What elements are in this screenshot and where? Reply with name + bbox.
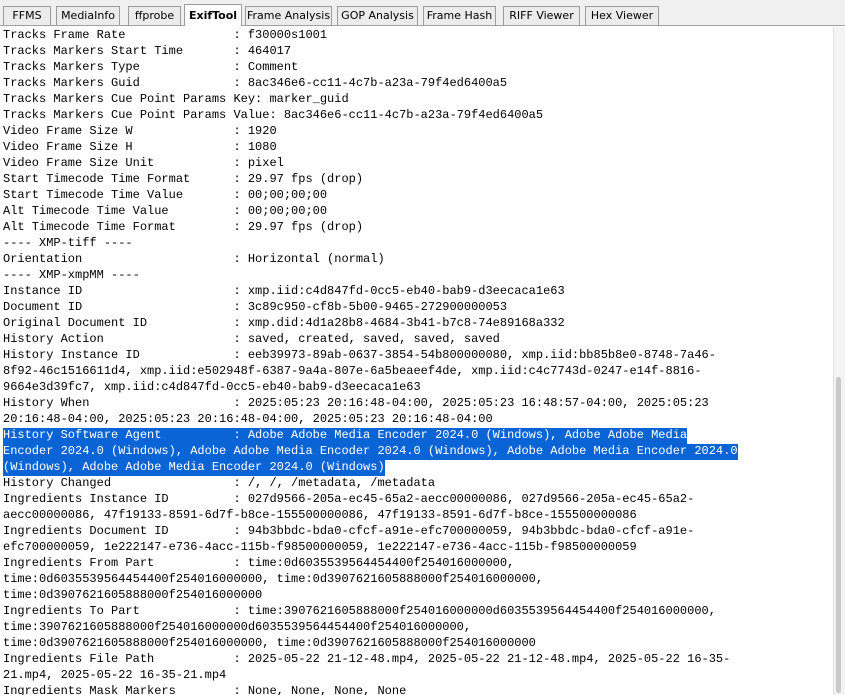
output-line[interactable]: Ingredients Document ID : 94b3bbdc-bda0-…: [3, 524, 694, 540]
vertical-scrollbar[interactable]: [833, 27, 845, 695]
selected-output-line[interactable]: (Windows), Adobe Adobe Media Encoder 202…: [3, 460, 385, 476]
output-line[interactable]: ---- XMP-xmpMM ----: [3, 268, 140, 284]
output-line[interactable]: Ingredients To Part : time:3907621605888…: [3, 604, 716, 620]
output-line[interactable]: efc700000059, 1e222147-e736-4acc-115b-f9…: [3, 540, 637, 556]
output-line[interactable]: History Action : saved, created, saved, …: [3, 332, 500, 348]
output-line[interactable]: Alt Timecode Time Format : 29.97 fps (dr…: [3, 220, 363, 236]
tool-tab-bar: FFMS MediaInfo ffprobe ExifTool Frame Analys…: [0, 0, 845, 26]
scrollbar-thumb[interactable]: [836, 377, 841, 693]
output-line[interactable]: 9664e3d39fc7, xmp.iid:c4d847fd-0cc5-eb40…: [3, 380, 421, 396]
tab-mediainfo[interactable]: MediaInfo: [56, 6, 120, 25]
tab-frame-hash[interactable]: Frame Hash: [423, 6, 496, 25]
output-line[interactable]: Tracks Markers Type : Comment: [3, 60, 298, 76]
output-line[interactable]: 21.mp4, 2025-05-22 16-35-21.mp4: [3, 668, 226, 684]
output-line[interactable]: History Instance ID : eeb39973-89ab-0637…: [3, 348, 716, 364]
output-line[interactable]: time:0d6035539564454400f254016000000, ti…: [3, 572, 543, 588]
output-line[interactable]: Tracks Markers Guid : 8ac346e6-cc11-4c7b…: [3, 76, 507, 92]
output-line[interactable]: Document ID : 3c89c950-cf8b-5b00-9465-27…: [3, 300, 507, 316]
tab-frame-analysis[interactable]: Frame Analysis: [245, 6, 332, 25]
output-line[interactable]: Alt Timecode Time Value : 00;00;00;00: [3, 204, 327, 220]
output-line[interactable]: Tracks Markers Cue Point Params Key: mar…: [3, 92, 349, 108]
tab-ffms[interactable]: FFMS: [3, 6, 51, 25]
tab-exiftool[interactable]: ExifTool: [184, 4, 242, 26]
selected-output-line[interactable]: History Software Agent : Adobe Adobe Med…: [3, 428, 688, 444]
output-line[interactable]: Tracks Markers Start Time : 464017: [3, 44, 291, 60]
output-line[interactable]: History Changed : /, /, /metadata, /meta…: [3, 476, 435, 492]
output-line[interactable]: time:0d3907621605888000f254016000000: [3, 588, 262, 604]
output-line[interactable]: aecc00000086, 47f19133-8591-6d7f-b8ce-15…: [3, 508, 637, 524]
output-line[interactable]: Ingredients From Part : time:0d603553956…: [3, 556, 514, 572]
output-line[interactable]: Ingredients Instance ID : 027d9566-205a-…: [3, 492, 694, 508]
output-line[interactable]: Video Frame Size Unit : pixel: [3, 156, 284, 172]
output-line[interactable]: Ingredients Mask Markers : None, None, N…: [3, 684, 406, 695]
output-line[interactable]: ---- XMP-tiff ----: [3, 236, 133, 252]
output-line[interactable]: Original Document ID : xmp.did:4d1a28b8-…: [3, 316, 565, 332]
tab-ffprobe[interactable]: ffprobe: [128, 6, 181, 25]
output-line[interactable]: Ingredients File Path : 2025-05-22 21-12…: [3, 652, 730, 668]
output-line[interactable]: Instance ID : xmp.iid:c4d847fd-0cc5-eb40…: [3, 284, 565, 300]
output-line[interactable]: Tracks Markers Cue Point Params Value: 8…: [3, 108, 543, 124]
output-line[interactable]: Video Frame Size W : 1920: [3, 124, 277, 140]
selected-output-line[interactable]: Encoder 2024.0 (Windows), Adobe Adobe Me…: [3, 444, 738, 460]
exiftool-output-panel[interactable]: Tracks Frame Rate : f30000s1001 Tracks Ma…: [0, 27, 833, 695]
output-line[interactable]: time:0d3907621605888000f254016000000, ti…: [3, 636, 536, 652]
tab-riff-viewer[interactable]: RIFF Viewer: [503, 6, 580, 25]
output-line[interactable]: Orientation : Horizontal (normal): [3, 252, 385, 268]
output-line[interactable]: time:3907621605888000f254016000000d60355…: [3, 620, 471, 636]
output-line[interactable]: Tracks Frame Rate : f30000s1001: [3, 28, 327, 44]
tab-hex-viewer[interactable]: Hex Viewer: [585, 6, 659, 25]
output-line[interactable]: 8f92-46c1516611d4, xmp.iid:e502948f-6387…: [3, 364, 702, 380]
output-line[interactable]: 20:16:48-04:00, 2025:05:23 20:16:48-04:0…: [3, 412, 493, 428]
output-line[interactable]: Start Timecode Time Format : 29.97 fps (…: [3, 172, 363, 188]
tab-gop-analysis[interactable]: GOP Analysis: [337, 6, 418, 25]
output-line[interactable]: Start Timecode Time Value : 00;00;00;00: [3, 188, 327, 204]
output-line[interactable]: Video Frame Size H : 1080: [3, 140, 277, 156]
output-line[interactable]: History When : 2025:05:23 20:16:48-04:00…: [3, 396, 709, 412]
